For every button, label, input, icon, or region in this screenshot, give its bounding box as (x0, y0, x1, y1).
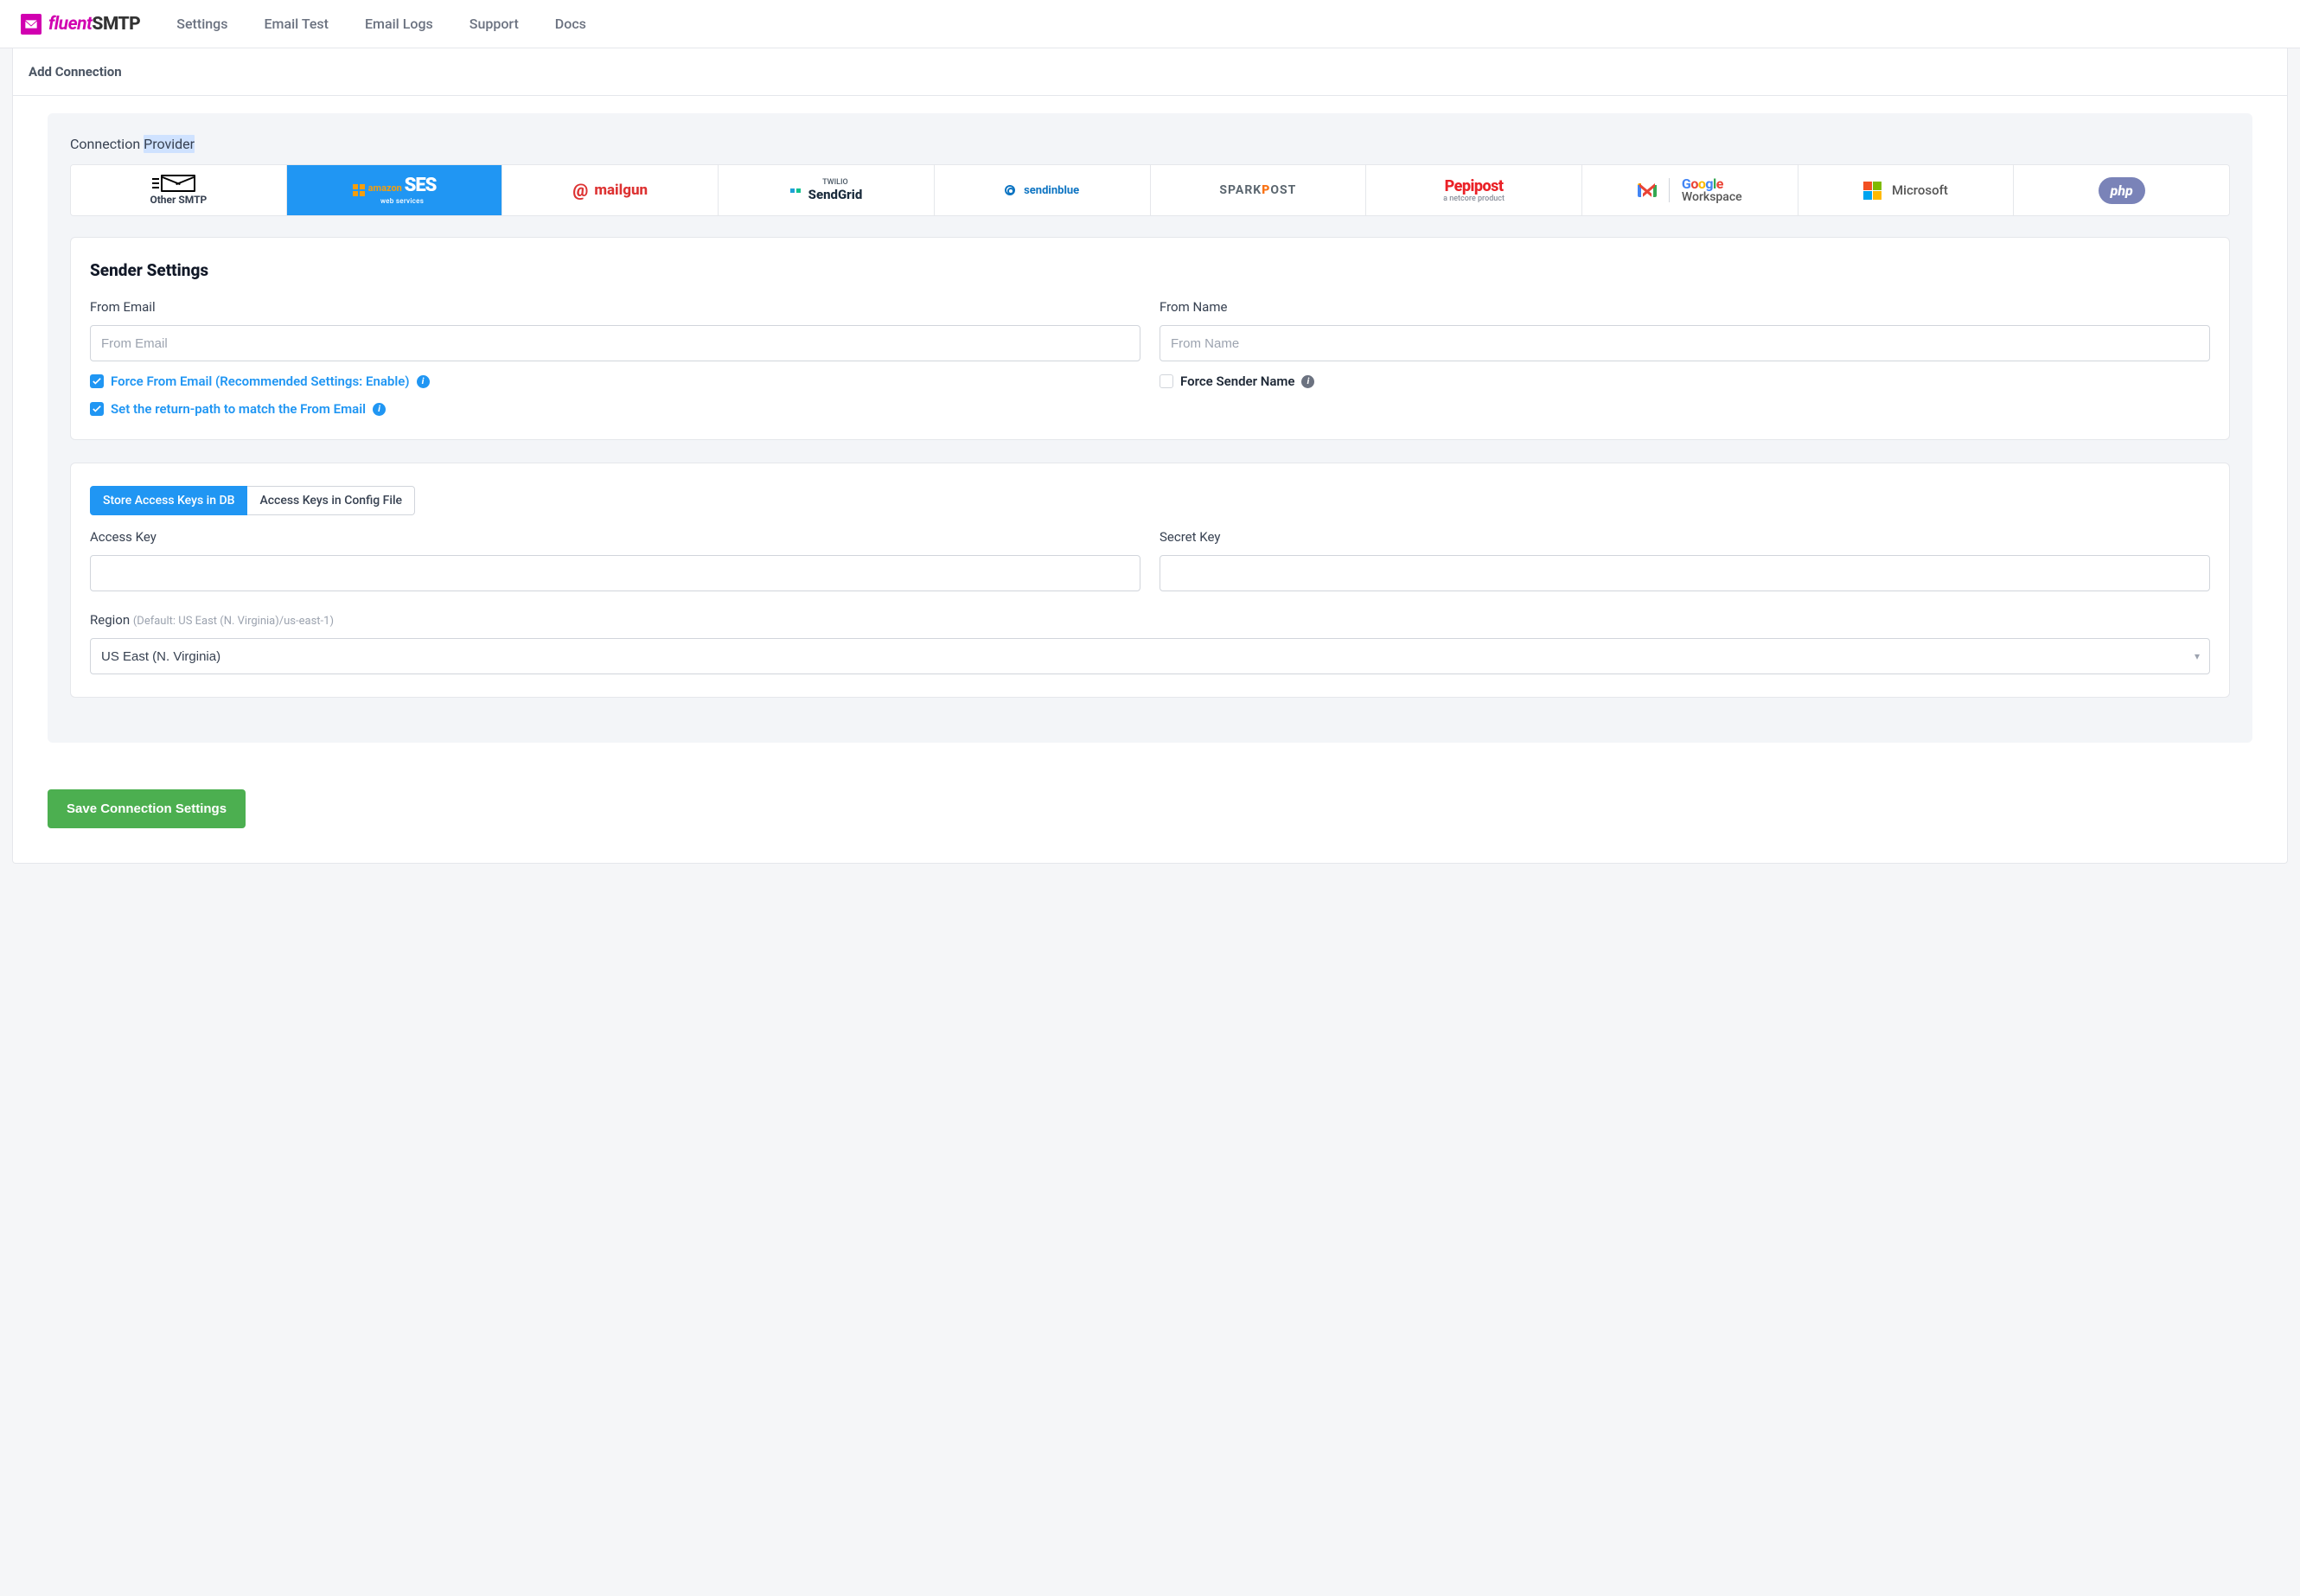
provider-mailgun[interactable]: @ mailgun (502, 165, 718, 215)
sendgrid-icon (790, 188, 801, 193)
nav-settings[interactable]: Settings (176, 16, 227, 32)
nav-docs[interactable]: Docs (555, 16, 586, 32)
access-key-label: Access Key (90, 529, 1140, 545)
ses-cubes-icon (353, 184, 365, 196)
checkbox-checked-icon (90, 374, 104, 388)
envelope-icon (161, 175, 195, 192)
nav-support[interactable]: Support (470, 16, 519, 32)
force-from-email-checkbox[interactable]: Force From Email (Recommended Settings: … (90, 373, 1140, 389)
provider-amazon-ses[interactable]: amazon SES web services (286, 165, 502, 215)
region-label: Region (Default: US East (N. Virginia)/u… (90, 612, 2210, 628)
brand-word-smtp: SMTP (92, 14, 140, 35)
page-title: Add Connection (13, 48, 2287, 96)
checkbox-unchecked-icon (1160, 374, 1173, 388)
topbar: fluentSMTP Settings Email Test Email Log… (0, 0, 2300, 48)
region-select[interactable]: US East (N. Virginia) (90, 638, 2210, 674)
at-icon: @ (572, 180, 588, 201)
info-icon[interactable]: i (417, 375, 430, 388)
connection-provider-label: Connection Provider (70, 136, 2230, 152)
provider-php[interactable]: php (2013, 165, 2229, 215)
brand-logo: fluentSMTP (21, 14, 140, 35)
tab-store-keys-db[interactable]: Store Access Keys in DB (90, 486, 247, 515)
sendinblue-icon (1005, 185, 1015, 195)
from-email-label: From Email (90, 299, 1140, 315)
provider-pepipost[interactable]: Pepipost a netcore product (1365, 165, 1581, 215)
gmail-icon (1638, 183, 1657, 197)
access-keys-card: Store Access Keys in DB Access Keys in C… (70, 463, 2230, 698)
checkbox-checked-icon (90, 402, 104, 416)
nav-email-test[interactable]: Email Test (264, 16, 329, 32)
from-name-label: From Name (1160, 299, 2210, 315)
brand-word-fluent: fluent (48, 14, 92, 35)
info-icon[interactable]: i (1301, 375, 1314, 388)
access-key-input[interactable] (90, 555, 1140, 591)
from-email-input[interactable] (90, 325, 1140, 361)
microsoft-icon (1863, 182, 1882, 200)
tab-store-keys-config[interactable]: Access Keys in Config File (247, 486, 415, 515)
provider-microsoft[interactable]: Microsoft (1798, 165, 2014, 215)
brand-mark-icon (21, 14, 42, 35)
save-connection-button[interactable]: Save Connection Settings (48, 789, 246, 828)
secret-key-label: Secret Key (1160, 529, 2210, 545)
provider-other-smtp[interactable]: Other SMTP (71, 165, 286, 215)
provider-picker: Other SMTP amazon SES web services (70, 164, 2230, 216)
key-storage-tabs: Store Access Keys in DB Access Keys in C… (90, 486, 2210, 515)
top-navigation: Settings Email Test Email Logs Support D… (176, 16, 586, 32)
return-path-checkbox[interactable]: Set the return-path to match the From Em… (90, 401, 1140, 417)
from-name-input[interactable] (1160, 325, 2210, 361)
force-sender-name-checkbox[interactable]: Force Sender Name i (1160, 373, 2210, 389)
sender-settings-card: Sender Settings From Email Force From Em… (70, 237, 2230, 440)
info-icon[interactable]: i (373, 403, 386, 416)
provider-sendgrid[interactable]: TWILIO SendGrid (718, 165, 934, 215)
php-pill-icon: php (2099, 177, 2145, 204)
secret-key-input[interactable] (1160, 555, 2210, 591)
provider-google-workspace[interactable]: Google Workspace (1581, 165, 1798, 215)
flame-icon: P (1262, 183, 1270, 197)
sender-settings-heading: Sender Settings (90, 260, 2210, 280)
provider-sendinblue[interactable]: sendinblue (934, 165, 1150, 215)
nav-email-logs[interactable]: Email Logs (365, 16, 433, 32)
provider-sparkpost[interactable]: SPARKPOST (1150, 165, 1366, 215)
